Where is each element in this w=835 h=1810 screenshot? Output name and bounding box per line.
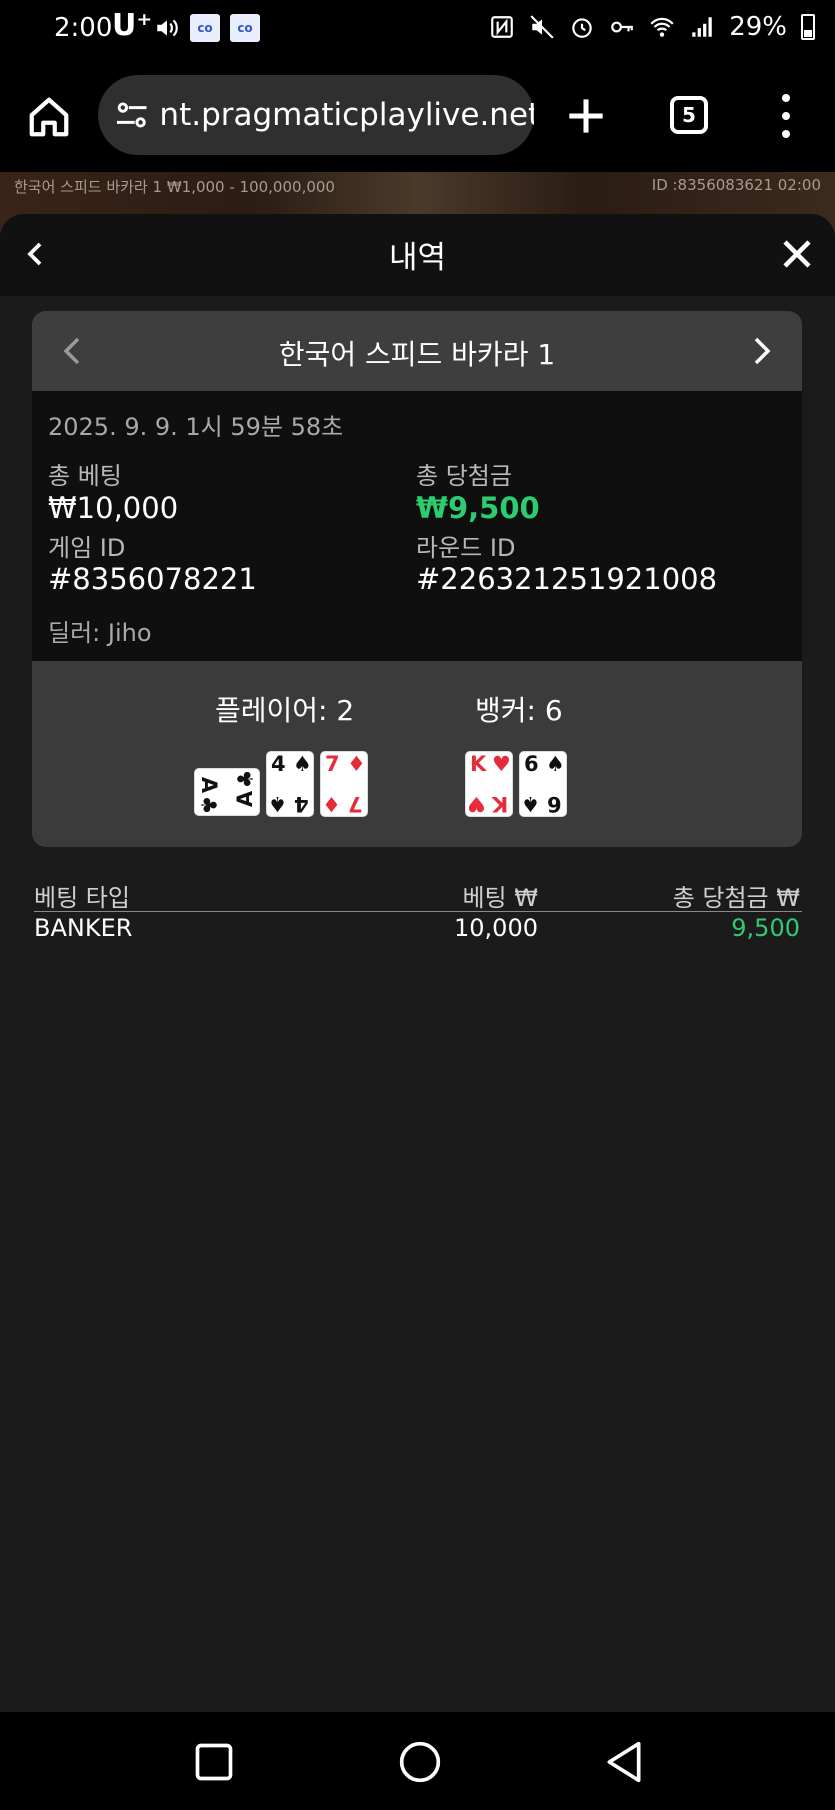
alarm-icon — [572, 18, 592, 38]
playing-card: 6 ♠ ♠ 6 — [519, 751, 567, 817]
home-icon[interactable] — [26, 94, 72, 140]
game-id-value: #8356078221 — [48, 562, 257, 596]
win-amount-cell: 9,500 — [731, 914, 800, 942]
nfc-icon — [491, 16, 514, 38]
bet-type-cell: BANKER — [34, 914, 133, 942]
total-bet-value: ₩10,000 — [48, 491, 179, 525]
mute-icon — [530, 15, 554, 39]
browser-toolbar: nt.pragmaticplaylive.net 5 — [0, 60, 835, 172]
address-bar[interactable]: nt.pragmaticplaylive.net — [98, 75, 534, 155]
key-icon — [611, 21, 634, 33]
cards-result: 플레이어: 2 뱅커: 6 A ♣ A ♣ 4 ♠ ♠ 4 7 ♦ ♦ 7 K … — [32, 661, 802, 847]
app-icon: co — [230, 14, 260, 42]
table-row: BANKER 10,000 9,500 — [34, 912, 802, 952]
system-icons: 29% — [489, 12, 815, 42]
next-round-icon[interactable] — [750, 335, 774, 367]
system-nav-bar — [0, 1712, 835, 1810]
history-modal: 내역 한국어 스피드 바카라 1 2025. 9. 9. 1시 59분 58초 … — [0, 214, 835, 1712]
back-nav-icon[interactable] — [602, 1740, 646, 1784]
banker-score: 뱅커: 6 — [475, 694, 563, 727]
game-name: 한국어 스피드 바카라 1 — [278, 338, 556, 371]
round-info: 2025. 9. 9. 1시 59분 58초 총 베팅 ₩10,000 총 당첨… — [32, 391, 802, 661]
playing-card: 7 ♦ ♦ 7 — [320, 751, 368, 817]
volume-icon — [157, 19, 178, 37]
round-datetime: 2025. 9. 9. 1시 59분 58초 — [48, 413, 344, 441]
playing-card: K ♥ ♥ K — [465, 751, 513, 817]
bets-table: 베팅 타입 베팅 ₩ 총 당첨금 ₩ BANKER 10,000 9,500 — [34, 876, 802, 952]
more-menu-icon[interactable] — [776, 94, 796, 138]
player-hand: A ♣ A ♣ 4 ♠ ♠ 4 7 ♦ ♦ 7 — [194, 751, 374, 817]
round-id-value: #226321251921008 — [416, 562, 718, 596]
status-bar: 2:00 U⁺ co co 29% — [0, 0, 835, 60]
new-tab-icon[interactable] — [566, 96, 606, 136]
bet-amount-header: 베팅 ₩ — [462, 884, 538, 912]
banker-hand: K ♥ ♥ K 6 ♠ ♠ 6 — [465, 751, 585, 817]
close-icon[interactable] — [781, 238, 813, 270]
url-text[interactable]: nt.pragmaticplaylive.net — [159, 97, 534, 133]
tabs-button[interactable]: 5 — [670, 96, 708, 134]
app-icon: co — [190, 14, 220, 42]
site-settings-icon[interactable] — [114, 97, 149, 133]
bet-type-header: 베팅 타입 — [34, 884, 130, 912]
battery-icon — [801, 14, 815, 40]
dealer-name: 딜러: Jiho — [48, 619, 152, 647]
game-id-text: ID :8356083621 02:00 — [651, 176, 821, 194]
bet-amount-cell: 10,000 — [454, 914, 538, 942]
total-bet-label: 총 베팅 — [48, 462, 122, 490]
round-detail-card: 한국어 스피드 바카라 1 2025. 9. 9. 1시 59분 58초 총 베… — [32, 311, 802, 847]
recent-apps-icon[interactable] — [192, 1740, 236, 1784]
bets-table-header: 베팅 타입 베팅 ₩ 총 당첨금 ₩ — [34, 876, 802, 912]
player-score: 플레이어: 2 — [215, 694, 355, 727]
game-id-label: 게임 ID — [48, 534, 126, 562]
win-amount-header: 총 당첨금 ₩ — [672, 884, 800, 912]
modal-header: 내역 — [0, 214, 835, 296]
card-header: 한국어 스피드 바카라 1 — [32, 311, 802, 391]
clock: 2:00 — [54, 13, 113, 43]
total-win-value: ₩9,500 — [416, 491, 540, 525]
playing-card: 4 ♠ ♠ 4 — [266, 751, 314, 817]
total-win-label: 총 당첨금 — [416, 462, 512, 490]
round-id-label: 라운드 ID — [416, 534, 516, 562]
carrier-label: U⁺ — [112, 8, 153, 43]
wifi-icon — [650, 17, 674, 37]
notification-icons: co co — [154, 14, 260, 42]
table-limits-text: 한국어 스피드 바카라 1 ₩1,000 - 100,000,000 — [14, 178, 335, 196]
playing-card: A ♣ A ♣ — [194, 768, 260, 816]
battery-percent: 29% — [729, 12, 787, 42]
modal-title: 내역 — [388, 240, 447, 276]
signal-icon — [692, 17, 712, 37]
home-nav-icon[interactable] — [398, 1740, 442, 1784]
